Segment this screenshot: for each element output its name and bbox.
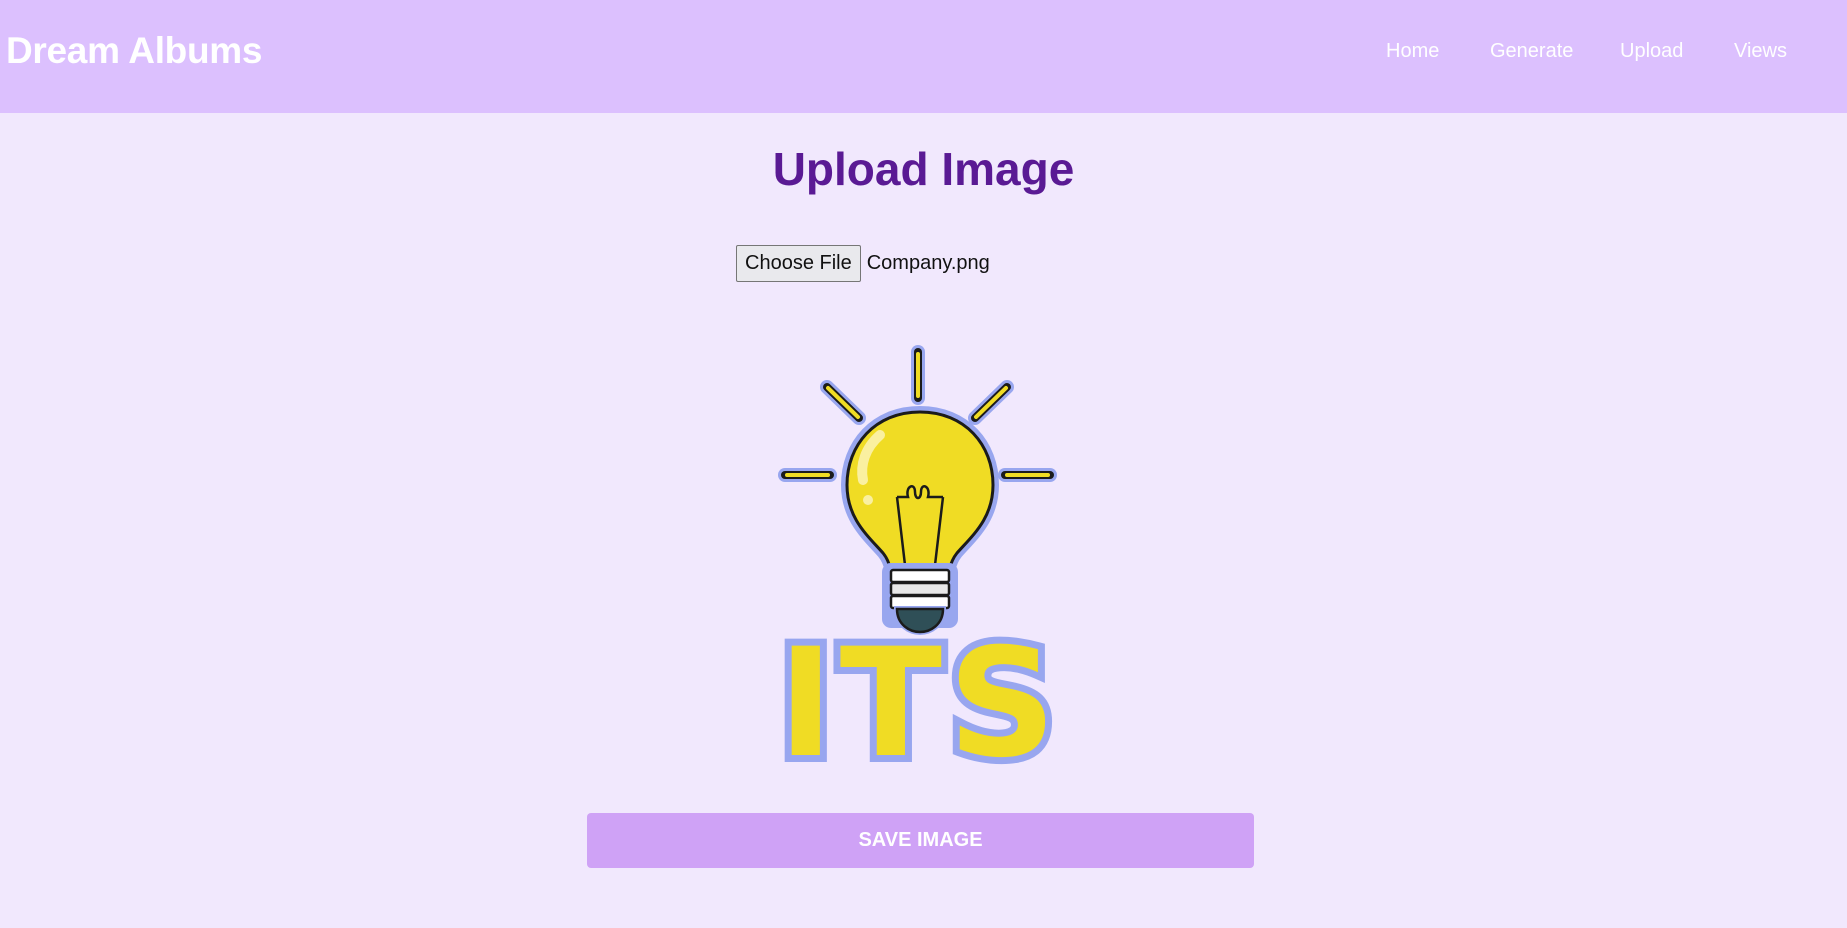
file-input: Choose File Company.png (736, 244, 990, 282)
preview-text: ITS (778, 617, 1062, 790)
nav-link-home[interactable]: Home (1386, 40, 1439, 63)
selected-file-name: Company.png (866, 251, 990, 274)
save-image-button[interactable]: SAVE IMAGE (587, 813, 1254, 868)
nav-link-generate[interactable]: Generate (1490, 40, 1573, 63)
nav-link-views[interactable]: Views (1734, 40, 1787, 63)
choose-file-button[interactable]: Choose File (736, 244, 861, 282)
image-preview: ITS (771, 340, 1065, 798)
lightbulb-icon: ITS (771, 345, 1063, 798)
nav-links: Home Generate Upload Views (0, 40, 1847, 70)
page-title: Upload Image (772, 143, 1075, 195)
nav-link-upload[interactable]: Upload (1620, 40, 1683, 63)
navbar: Dream Albums Home Generate Upload Views (0, 0, 1847, 113)
